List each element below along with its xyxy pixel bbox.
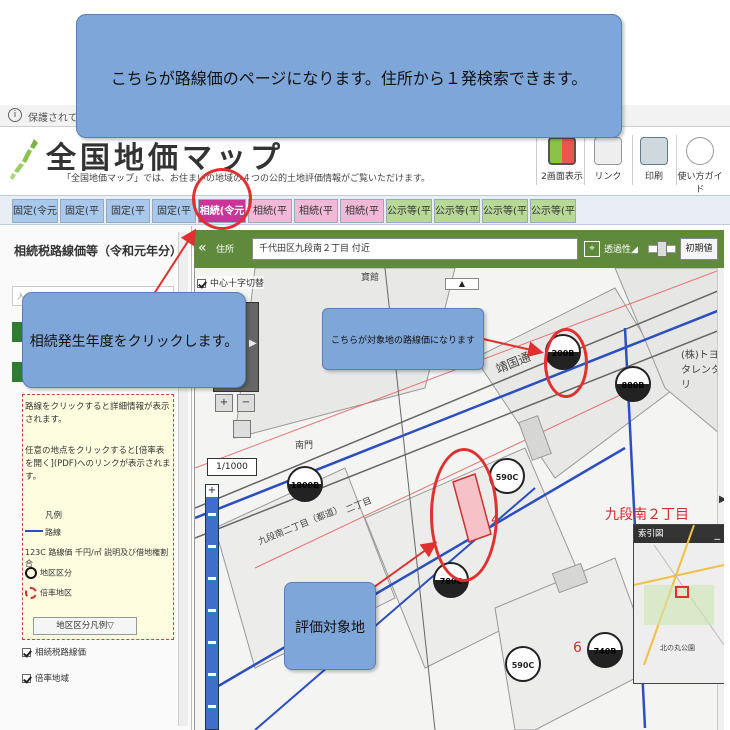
callout-click-year: 相続発生年度をクリックします。: [22, 292, 246, 388]
callout-route-price: こちらが対象地の路線価になります: [322, 308, 484, 370]
callout-target-land: 評価対象地: [284, 582, 376, 670]
callout-page-intro: こちらが路線価のページになります。住所から１発検索できます。: [76, 14, 622, 138]
